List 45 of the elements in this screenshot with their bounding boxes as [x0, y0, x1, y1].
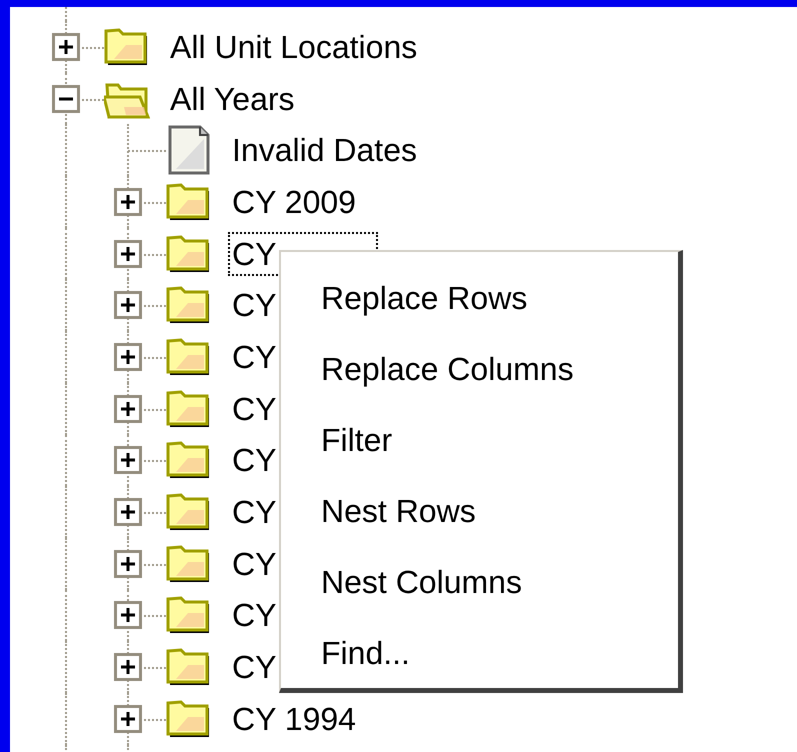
expand-button[interactable]: [114, 704, 142, 733]
menu-item[interactable]: Nest Rows: [321, 475, 678, 546]
folder-label[interactable]: CY: [228, 645, 280, 690]
expand-button[interactable]: [114, 653, 142, 682]
folder-icon: [166, 440, 212, 480]
expand-button[interactable]: [114, 550, 142, 578]
folder-icon: [104, 26, 150, 67]
folder-label[interactable]: CY: [228, 542, 280, 586]
expand-button[interactable]: [114, 188, 142, 216]
folder-label[interactable]: CY: [228, 386, 280, 431]
expand-button[interactable]: [114, 342, 142, 371]
folder-label[interactable]: CY: [228, 593, 280, 638]
expand-button[interactable]: [114, 291, 142, 320]
collapse-button[interactable]: [52, 84, 80, 113]
menu-item[interactable]: Find...: [321, 617, 678, 688]
menu-item[interactable]: Nest Columns: [321, 546, 678, 617]
folder-icon: [166, 492, 212, 532]
folder-icon: [166, 388, 212, 429]
folder-icon: [166, 544, 212, 584]
expand-button[interactable]: [114, 394, 142, 423]
folder-icon: [166, 647, 212, 688]
tree-item-label[interactable]: Invalid Dates: [228, 128, 421, 172]
folder-label[interactable]: CY: [228, 334, 280, 379]
folder-label[interactable]: CY: [228, 283, 280, 328]
folder-icon: [166, 336, 212, 377]
expand-button[interactable]: [52, 32, 80, 61]
folder-label[interactable]: CY: [228, 490, 280, 534]
folder-icon: [166, 595, 212, 636]
menu-item[interactable]: Replace Columns: [321, 333, 678, 404]
menu-item[interactable]: Replace Rows: [321, 262, 678, 333]
folder-label[interactable]: CY: [228, 438, 280, 482]
folder-label[interactable]: All Years: [166, 76, 299, 121]
expand-button[interactable]: [114, 240, 142, 268]
folder-icon: [166, 234, 212, 274]
document-icon: [168, 125, 210, 176]
expand-button[interactable]: [114, 601, 142, 630]
folder-icon: [166, 285, 212, 326]
folder-label[interactable]: All Unit Locations: [166, 24, 422, 69]
folder-label[interactable]: CY 2009: [228, 180, 360, 224]
menu-item[interactable]: Filter: [321, 404, 678, 475]
expand-button[interactable]: [114, 446, 142, 474]
expand-button[interactable]: [114, 498, 142, 526]
folder-label[interactable]: CY 1994: [228, 696, 360, 741]
folder-icon: [166, 698, 212, 739]
folder-icon: [166, 182, 212, 222]
